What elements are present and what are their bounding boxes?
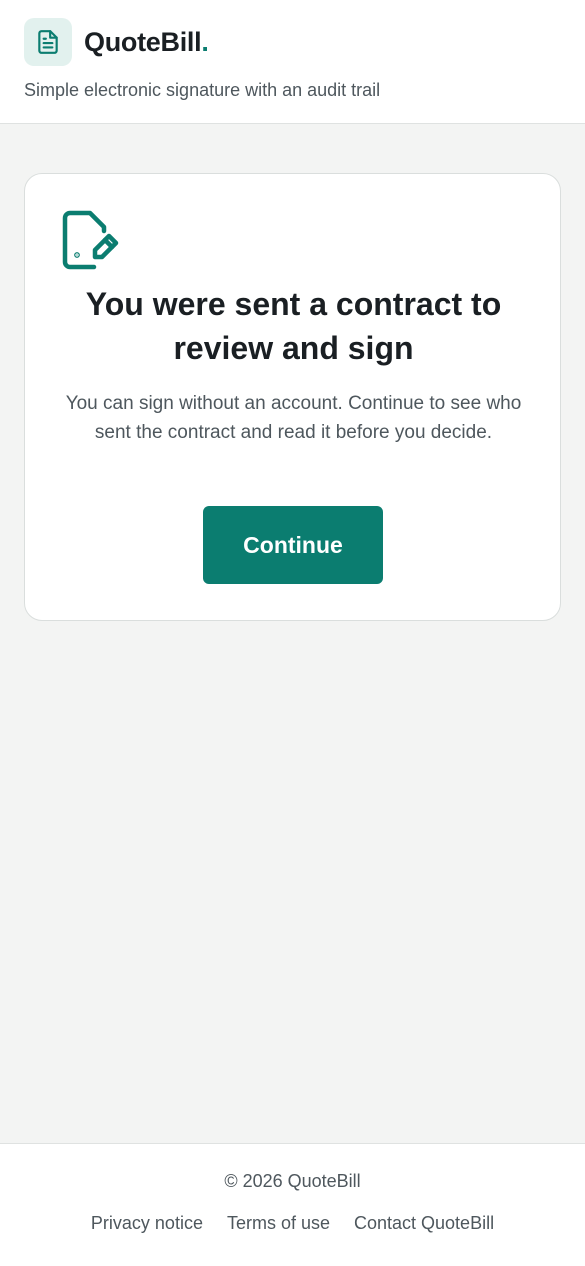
terms-of-use-link[interactable]: Terms of use bbox=[227, 1213, 330, 1234]
document-icon bbox=[38, 30, 58, 54]
site-footer: © 2026 QuoteBill Privacy notice Terms of… bbox=[0, 1143, 585, 1266]
signing-invite-card: You were sent a contract to review and s… bbox=[24, 173, 561, 621]
brand-dot: . bbox=[201, 26, 209, 57]
tagline: Simple electronic signature with an audi… bbox=[24, 80, 381, 100]
footer-links: Privacy notice Terms of use Contact Quot… bbox=[0, 1213, 585, 1234]
card-title: You were sent a contract to review and s… bbox=[85, 286, 502, 366]
brand-name: QuoteBill. bbox=[84, 26, 209, 57]
logo bbox=[24, 18, 72, 66]
brand[interactable]: QuoteBill. bbox=[24, 18, 209, 66]
document-sign-icon bbox=[62, 210, 119, 270]
site-header: QuoteBill. Simple electronic signature w… bbox=[0, 0, 585, 124]
copyright: © 2026 QuoteBill bbox=[224, 1171, 361, 1191]
contact-link[interactable]: Contact QuoteBill bbox=[354, 1213, 494, 1234]
privacy-notice-link[interactable]: Privacy notice bbox=[91, 1213, 203, 1234]
continue-button[interactable]: Continue bbox=[203, 506, 383, 584]
card-description: You can sign without an account. Continu… bbox=[65, 393, 522, 443]
